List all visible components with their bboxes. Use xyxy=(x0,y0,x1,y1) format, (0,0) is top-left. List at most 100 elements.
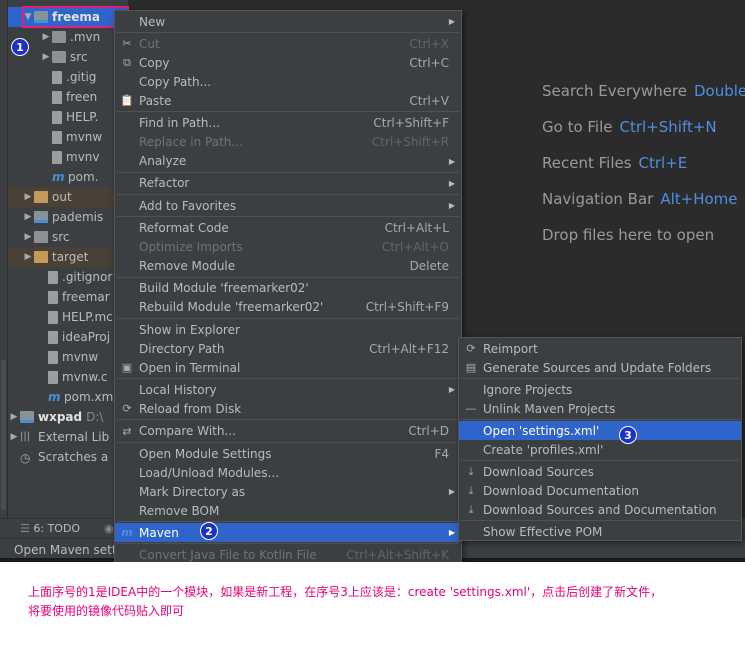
menu-item-ignore-projects[interactable]: Ignore Projects xyxy=(459,380,741,399)
tree-item[interactable]: ideaProj xyxy=(8,327,128,347)
menu-item-load-unload-modules[interactable]: Load/Unload Modules... xyxy=(115,463,461,482)
menu-item-copy-path[interactable]: Copy Path... xyxy=(115,72,461,91)
expand-right-icon[interactable]: ▶ xyxy=(22,192,34,202)
menu-separator xyxy=(117,276,459,278)
menu-item-shortcut: Ctrl+Shift+F9 xyxy=(365,300,449,315)
menu-item-add-to-favorites[interactable]: Add to Favorites ▶ xyxy=(115,196,461,215)
menu-item-label: Show Effective POM xyxy=(483,524,603,539)
menu-item-remove-bom[interactable]: Remove BOM xyxy=(115,501,461,520)
copy-icon: ⧉ xyxy=(123,55,131,69)
tree-item[interactable]: freen xyxy=(8,87,128,107)
tree-item[interactable]: m pom.xm xyxy=(8,387,128,407)
menu-item-label: Show in Explorer xyxy=(139,322,240,337)
menu-item-rebuild-module-freemarker02[interactable]: Rebuild Module 'freemarker02' Ctrl+Shift+… xyxy=(115,298,461,317)
file-icon xyxy=(48,330,58,344)
tree-item[interactable]: ◷ Scratches a xyxy=(8,447,128,467)
menu-item-analyze[interactable]: Analyze ▶ xyxy=(115,152,461,171)
context-menu: New ▶ ✂ Cut Ctrl+X ⧉ Copy Ctrl+C Copy Path... 📋 Pa… xyxy=(114,10,462,562)
tree-item[interactable]: m pom. xyxy=(8,167,128,187)
menu-item-open-settings-xml[interactable]: Open 'settings.xml' xyxy=(459,421,741,440)
welcome-hint: Search Everywhere Double Shift xyxy=(542,82,745,102)
menu-item-reformat-code[interactable]: Reformat Code Ctrl+Alt+L xyxy=(115,219,461,238)
hint-shortcut: Ctrl+E xyxy=(638,154,688,172)
hint-shortcut: Ctrl+Shift+N xyxy=(619,118,717,136)
menu-item-download-sources-and-documentation[interactable]: ⤓ Download Sources and Documentation xyxy=(459,500,741,519)
menu-item-shortcut: Ctrl+Alt+Shift+K xyxy=(346,548,449,562)
tree-item[interactable]: HELP. xyxy=(8,107,128,127)
menu-item-mark-directory-as[interactable]: Mark Directory as ▶ xyxy=(115,482,461,501)
tree-item[interactable]: ▶ out xyxy=(8,187,128,207)
menu-item-remove-module[interactable]: Remove Module Delete xyxy=(115,257,461,276)
menu-item-open-in-terminal[interactable]: ▣ Open in Terminal xyxy=(115,358,461,377)
tree-item[interactable]: ▶ ||| External Lib xyxy=(8,427,128,447)
menu-separator xyxy=(117,419,459,421)
menu-item-label: Open Module Settings xyxy=(139,446,272,461)
expand-right-icon[interactable]: ▶ xyxy=(22,212,34,222)
menu-item-convert-java-file-to-kotlin-file[interactable]: Convert Java File to Kotlin File Ctrl+Alt… xyxy=(115,546,461,562)
tree-item[interactable]: ▶ target xyxy=(8,247,128,267)
menu-item-generate-sources-and-update-folders[interactable]: ▤ Generate Sources and Update Folders xyxy=(459,358,741,377)
menu-item-show-in-explorer[interactable]: Show in Explorer xyxy=(115,320,461,339)
tree-item[interactable]: mvnw.c xyxy=(8,367,128,387)
menu-separator xyxy=(117,171,459,173)
menu-item-label: Analyze xyxy=(139,154,187,169)
github-icon[interactable]: ◉ xyxy=(104,522,114,535)
tree-item[interactable]: mvnw xyxy=(8,347,128,367)
menu-item-new[interactable]: New ▶ xyxy=(115,12,461,31)
submenu-arrow-icon: ▶ xyxy=(448,201,455,211)
menu-item-download-documentation[interactable]: ⤓ Download Documentation xyxy=(459,481,741,500)
tree-item[interactable]: .gitig xyxy=(8,67,128,87)
menu-item-reimport[interactable]: ⟳ Reimport xyxy=(459,339,741,358)
menu-item-shortcut: F4 xyxy=(434,446,449,461)
menu-separator xyxy=(117,317,459,319)
menu-item-create-profiles-xml[interactable]: Create 'profiles.xml' xyxy=(459,440,741,459)
tree-item[interactable]: mvnv xyxy=(8,147,128,167)
menu-item-optimize-imports[interactable]: Optimize Imports Ctrl+Alt+O xyxy=(115,238,461,257)
menu-item-download-sources[interactable]: ⤓ Download Sources xyxy=(459,462,741,481)
menu-item-show-effective-pom[interactable]: Show Effective POM xyxy=(459,522,741,541)
tree-item[interactable]: HELP.mc xyxy=(8,307,128,327)
expand-right-icon[interactable]: ▶ xyxy=(8,412,20,422)
expand-right-icon[interactable]: ▶ xyxy=(8,432,20,442)
expand-right-icon[interactable]: ▶ xyxy=(22,252,34,262)
tree-item[interactable]: freemar xyxy=(8,287,128,307)
menu-item-directory-path[interactable]: Directory Path Ctrl+Alt+F12 xyxy=(115,339,461,358)
menu-item-unlink-maven-projects[interactable]: — Unlink Maven Projects xyxy=(459,399,741,418)
file-icon xyxy=(48,270,58,284)
expand-right-icon[interactable]: ▶ xyxy=(22,232,34,242)
menu-item-reload-from-disk[interactable]: ⟳ Reload from Disk xyxy=(115,399,461,418)
todo-tab[interactable]: ☰ 6: TODO xyxy=(20,522,80,535)
expand-right-icon[interactable]: ▶ xyxy=(40,52,52,62)
expand-right-icon[interactable]: ▶ xyxy=(40,32,52,42)
menu-item-label: Convert Java File to Kotlin File xyxy=(139,548,317,562)
tree-item-label: mvnw.c xyxy=(62,370,108,384)
menu-item-refactor[interactable]: Refactor ▶ xyxy=(115,174,461,193)
menu-item-paste[interactable]: 📋 Paste Ctrl+V xyxy=(115,91,461,110)
welcome-hint: Drop files here to open xyxy=(542,226,714,246)
tree-scrollbar[interactable] xyxy=(1,360,6,510)
menu-separator xyxy=(117,216,459,218)
tree-item[interactable]: .gitignor xyxy=(8,267,128,287)
menu-item-shortcut: Ctrl+Alt+L xyxy=(384,221,449,235)
tree-item-label: mvnw xyxy=(62,350,99,364)
tree-item-label: .gitig xyxy=(66,70,97,84)
menu-item-build-module-freemarker02[interactable]: Build Module 'freemarker02' xyxy=(115,279,461,298)
menu-item-cut[interactable]: ✂ Cut Ctrl+X xyxy=(115,34,461,53)
menu-item-replace-in-path[interactable]: Replace in Path... Ctrl+Shift+R xyxy=(115,133,461,152)
menu-item-open-module-settings[interactable]: Open Module Settings F4 xyxy=(115,444,461,463)
menu-item-copy[interactable]: ⧉ Copy Ctrl+C xyxy=(115,53,461,72)
download-sources-and-documentation-icon: ⤓ xyxy=(468,502,474,516)
menu-item-compare-with[interactable]: ⇄ Compare With... Ctrl+D xyxy=(115,422,461,441)
tree-item[interactable]: mvnw xyxy=(8,127,128,147)
tree-item[interactable]: ▶ src xyxy=(8,227,128,247)
menu-separator xyxy=(461,378,739,379)
menu-item-find-in-path[interactable]: Find in Path... Ctrl+Shift+F xyxy=(115,114,461,133)
menu-item-label: Generate Sources and Update Folders xyxy=(483,360,712,375)
tree-item[interactable]: ▶ pademis xyxy=(8,207,128,227)
menu-item-maven[interactable]: m Maven ▶ xyxy=(115,523,461,543)
menu-item-shortcut: Ctrl+V xyxy=(409,93,449,108)
submenu-arrow-icon: ▶ xyxy=(448,178,455,188)
menu-item-local-history[interactable]: Local History ▶ xyxy=(115,380,461,399)
tree-item[interactable]: ▶ wxpad D:\ xyxy=(8,407,128,427)
menu-item-label: Download Sources xyxy=(483,464,594,479)
